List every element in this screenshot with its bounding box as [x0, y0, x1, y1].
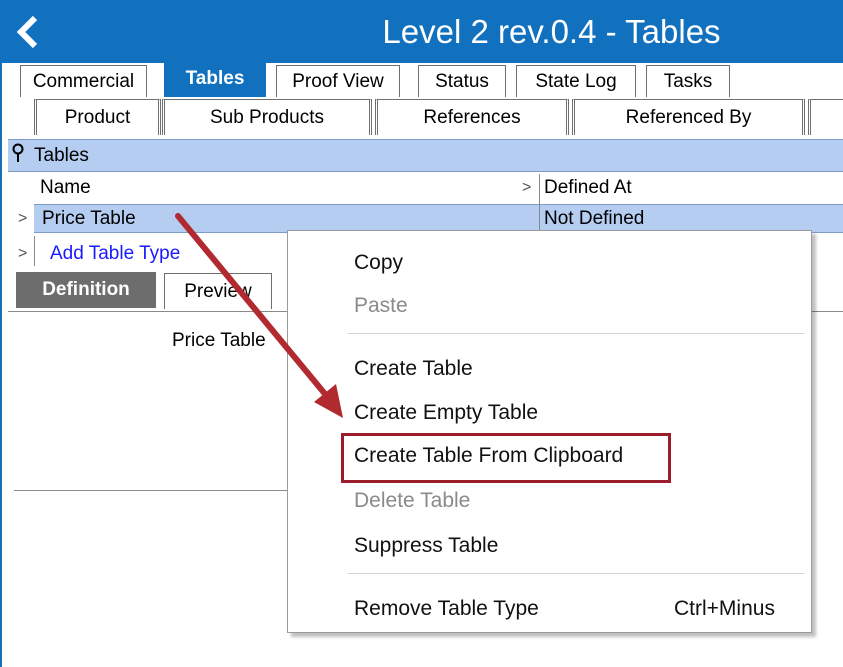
tables-section-title: Tables — [34, 144, 89, 166]
table-row-defined-at: Not Defined — [544, 208, 645, 229]
back-chevron-icon[interactable] — [8, 10, 48, 54]
tab-references[interactable]: References — [375, 99, 569, 135]
column-header-defined-at[interactable]: Defined At — [544, 174, 824, 202]
tab-product[interactable]: Product — [34, 99, 161, 135]
column-header-name[interactable]: Name — [40, 174, 520, 202]
tab-proof-view[interactable]: Proof View — [276, 65, 400, 97]
column-divider — [539, 204, 540, 233]
tab-state-log[interactable]: State Log — [516, 65, 636, 97]
menu-shortcut-remove-table-type: Ctrl+Minus — [674, 597, 775, 620]
definition-divider — [14, 490, 287, 491]
tab-definition[interactable]: Definition — [16, 272, 156, 308]
tab-commercial[interactable]: Commercial — [20, 65, 147, 97]
column-divider — [539, 174, 540, 204]
menu-item-delete-table[interactable]: Delete Table — [354, 489, 470, 513]
menu-item-create-table[interactable]: Create Table — [354, 357, 473, 381]
tab-status[interactable]: Status — [418, 65, 506, 97]
tab-sub-products[interactable]: Sub Products — [162, 99, 372, 135]
definition-price-table-label: Price Table — [172, 330, 266, 351]
menu-item-create-table-from-clipboard[interactable]: Create Table From Clipboard — [354, 444, 623, 468]
tab-tables[interactable]: Tables — [164, 60, 266, 97]
menu-item-paste[interactable]: Paste — [354, 294, 408, 318]
tab-more[interactable] — [808, 99, 843, 135]
menu-separator — [348, 333, 804, 334]
expand-chevron-icon[interactable]: > — [522, 174, 538, 202]
add-row-chevron-icon[interactable]: > — [18, 240, 34, 268]
menu-item-create-empty-table[interactable]: Create Empty Table — [354, 401, 538, 425]
table-row-name[interactable]: Price Table — [42, 205, 522, 233]
pin-icon[interactable] — [10, 143, 26, 169]
row-expand-chevron-icon[interactable]: > — [18, 205, 34, 233]
title-bar: Level 2 rev.0.4 - Tables — [0, 0, 843, 63]
left-border — [0, 63, 2, 667]
tables-section-header: Tables — [8, 139, 843, 172]
row-divider — [34, 236, 35, 266]
menu-item-suppress-table[interactable]: Suppress Table — [354, 534, 498, 558]
context-menu: Copy Paste Create Table Create Empty Tab… — [287, 230, 812, 633]
tab-preview[interactable]: Preview — [164, 273, 272, 309]
menu-item-copy[interactable]: Copy — [354, 251, 403, 275]
add-table-type-link[interactable]: Add Table Type — [50, 240, 250, 268]
menu-separator — [348, 573, 804, 574]
menu-item-remove-table-type[interactable]: Remove Table Type — [354, 597, 539, 621]
tab-tasks[interactable]: Tasks — [646, 65, 730, 97]
tab-referenced-by[interactable]: Referenced By — [572, 99, 805, 135]
window-title: Level 2 rev.0.4 - Tables — [382, 12, 721, 50]
